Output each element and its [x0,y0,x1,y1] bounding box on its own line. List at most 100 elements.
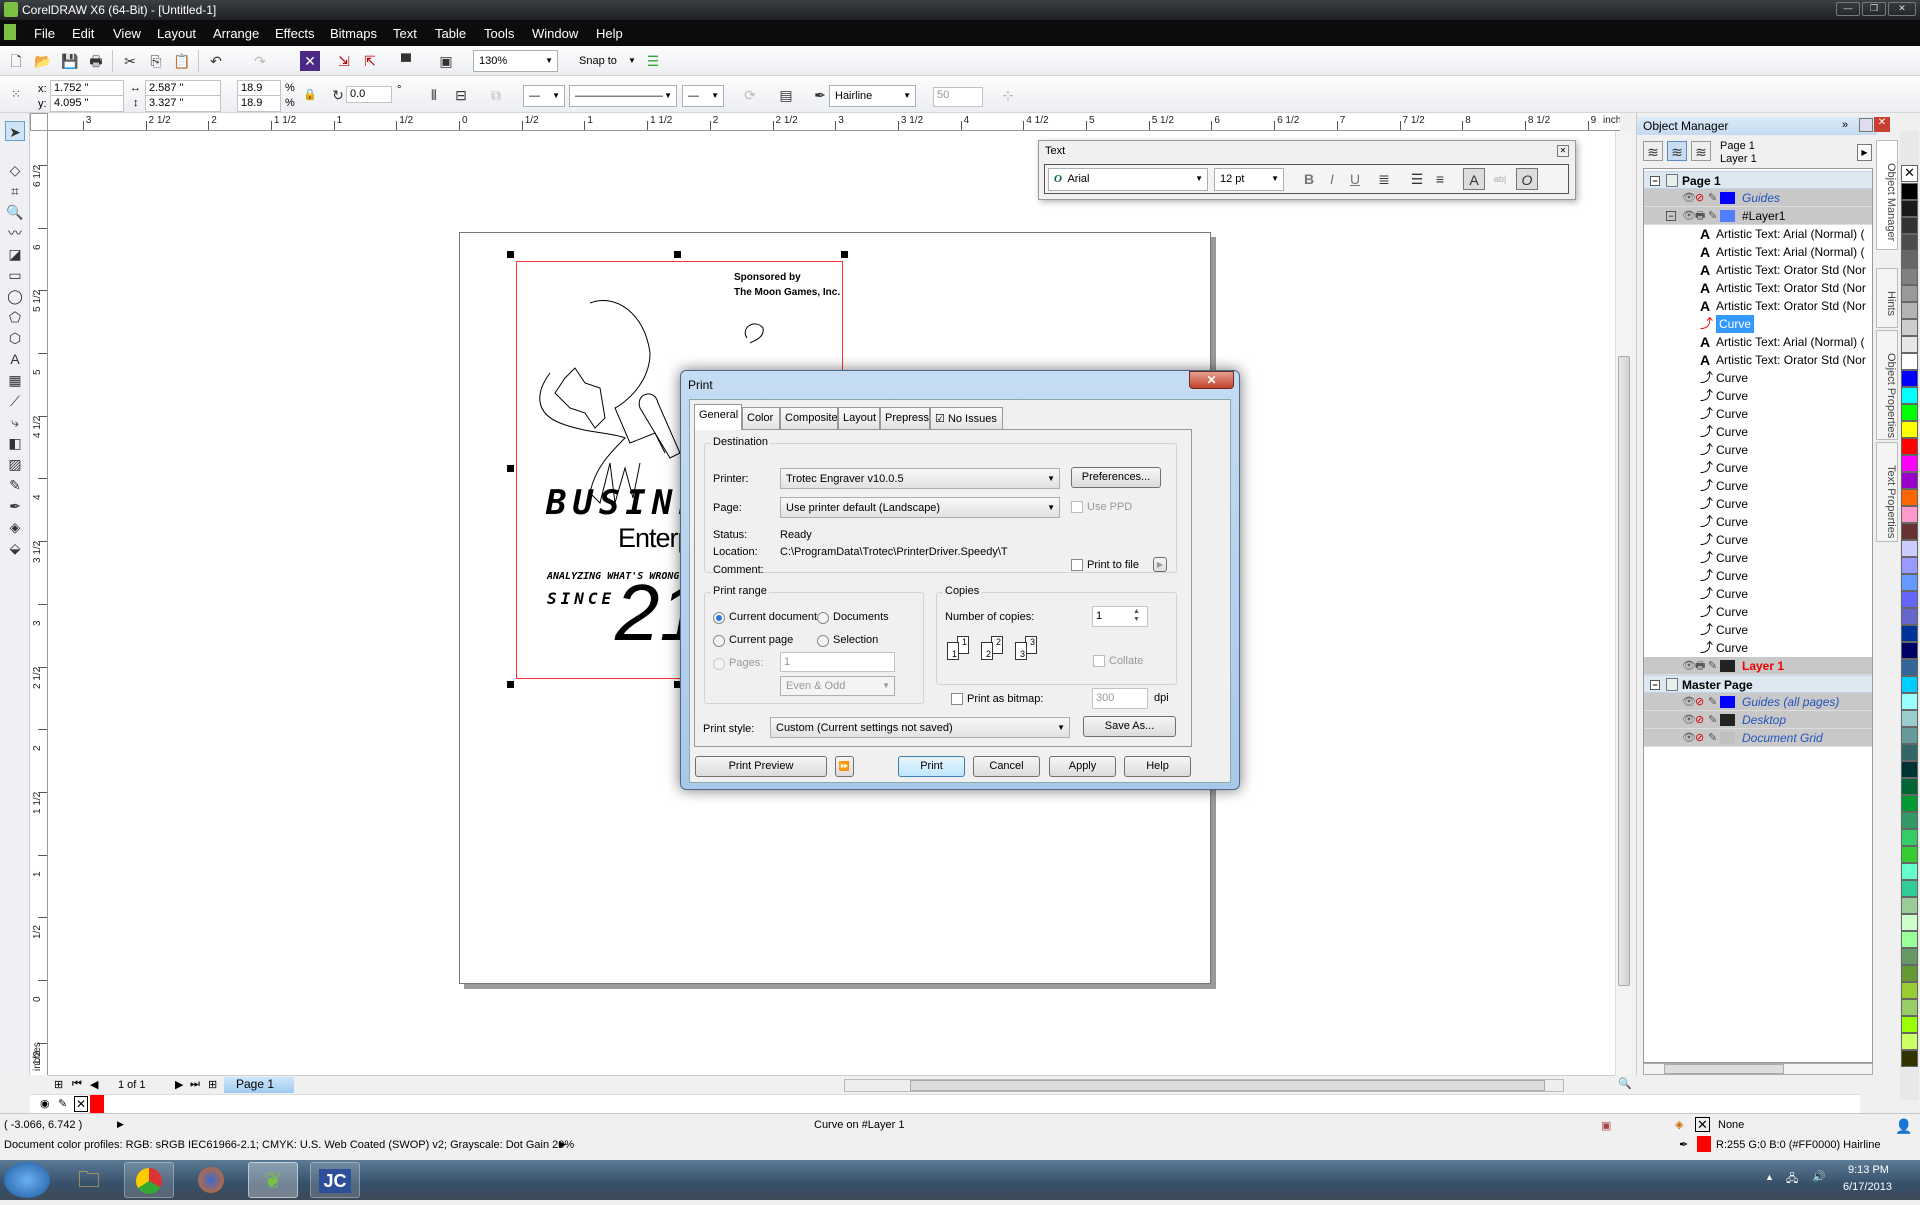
transparency-tool-icon[interactable]: ▨ [5,454,25,474]
lock-ratio-icon[interactable]: 🔒 [300,85,320,105]
palette-swatch[interactable] [1901,659,1918,676]
color-proof-icon[interactable]: ▣ [1601,1119,1611,1132]
expand-preview-button[interactable]: ⏩ [835,756,854,777]
options-icon[interactable]: ☰ [643,51,663,71]
palette-swatch[interactable] [1901,965,1918,982]
tab-general[interactable]: General [694,404,742,430]
palette-swatch[interactable] [1901,931,1918,948]
palette-swatch[interactable] [1901,557,1918,574]
printer-icon[interactable]: 🖶 [1695,207,1705,224]
publish-pdf-icon[interactable]: ▀ [396,51,416,71]
eyedropper-icon[interactable]: ✎ [58,1097,67,1110]
palette-swatch[interactable] [1901,438,1918,455]
menu-view[interactable]: View [113,26,141,41]
minimize-docker-button[interactable] [1859,118,1873,132]
previous-page-icon[interactable]: ◀ [90,1078,98,1091]
interactive-fill-icon[interactable]: ⬙ [5,538,25,558]
palette-swatch[interactable] [1901,1050,1918,1067]
tab-color[interactable]: Color [742,407,780,429]
palette-swatch[interactable] [1901,353,1918,370]
tree-object[interactable]: ⤴ Curve [1644,369,1872,387]
tree-layer[interactable]: 👁 🖶 ✎ Layer 1 [1644,657,1872,675]
tree-object[interactable]: A Artistic Text: Orator Std (Nor [1644,279,1872,297]
mirror-vertical-icon[interactable]: ⊟ [451,85,471,105]
restore-button[interactable]: ❐ [1862,2,1886,16]
italic-icon[interactable]: I [1321,168,1343,190]
tree-object[interactable]: A Artistic Text: Arial (Normal) ( [1644,225,1872,243]
scrollbar-thumb[interactable] [910,1080,1545,1091]
spinner-arrows-icon[interactable]: ▲ ▼ [1133,608,1140,624]
visibility-eye-icon[interactable]: 👁 [1682,657,1696,674]
underline-icon[interactable]: U [1344,168,1366,190]
palette-swatch[interactable] [1901,404,1918,421]
palette-menu-icon[interactable]: ◉ [40,1097,50,1110]
drop-cap-icon[interactable]: ≡ [1429,168,1451,190]
red-swatch[interactable] [90,1095,104,1113]
coreldraw-taskbar-icon[interactable]: ❦ [248,1162,298,1198]
bullet-list-icon[interactable]: ☰ [1406,168,1428,190]
palette-swatch[interactable] [1901,387,1918,404]
tree-object[interactable]: ⤴ Curve [1644,549,1872,567]
expand-docker-icon[interactable]: » [1842,119,1848,131]
mirror-horizontal-icon[interactable]: ⫴ [424,85,444,105]
cut-icon[interactable]: ✂ [120,51,140,71]
jc-app-taskbar-icon[interactable]: JC [310,1162,360,1198]
current-document-radio[interactable] [713,612,725,624]
palette-swatch[interactable] [1901,625,1918,642]
palette-swatch[interactable] [1901,540,1918,557]
outline-tool-icon[interactable]: ✒ [5,496,25,516]
wrap-text-icon[interactable]: ⟳ [740,85,760,105]
edit-pencil-icon[interactable]: ✎ [1708,189,1717,206]
explorer-taskbar-icon[interactable]: 🗀 [64,1162,114,1198]
printer-icon[interactable]: 🖶 [1695,657,1705,674]
visibility-eye-icon[interactable]: 👁 [1682,189,1696,206]
eyedropper-tool-icon[interactable]: ✎ [5,475,25,495]
object-origin-icon[interactable]: ⁙ [6,84,26,104]
new-document-icon[interactable]: 🗋 [6,51,26,71]
close-docker-button[interactable]: ✕ [1874,117,1890,132]
miter-field[interactable]: 50 [933,87,983,107]
tree-layer[interactable]: 👁 ⊘ ✎ Desktop [1644,711,1872,729]
menu-window[interactable]: Window [532,26,578,41]
artwork-since[interactable]: SINCE [547,589,615,608]
tab-no-issues[interactable]: ☑ No Issues [930,407,1003,429]
palette-swatch[interactable] [1901,591,1918,608]
outline-swatch[interactable] [1697,1136,1711,1152]
connector-tool-icon[interactable]: ⤷ [5,412,25,432]
even-odd-select[interactable]: Even & Odd ▼ [780,676,895,696]
menu-help[interactable]: Help [596,26,623,41]
palette-swatch[interactable] [1901,455,1918,472]
visibility-eye-icon[interactable]: 👁 [1682,711,1696,728]
zoom-combo[interactable]: 130% ▼ [473,50,558,72]
page-tab[interactable]: Page 1 [224,1077,294,1093]
collapse-icon[interactable]: − [1666,211,1676,221]
no-print-icon[interactable]: ⊘ [1695,729,1704,746]
chevron-down-icon[interactable]: ▼ [628,56,636,65]
palette-swatch[interactable] [1901,795,1918,812]
zoom-tool-icon[interactable]: 🔍 [5,202,25,222]
no-print-icon[interactable]: ⊘ [1695,189,1704,206]
tree-object[interactable]: ⤴ Curve [1644,315,1872,333]
docker-tab-text-properties[interactable]: Text Properties [1876,442,1898,542]
menu-table[interactable]: Table [435,26,466,41]
dimension-tool-icon[interactable]: ⟋ [5,391,25,411]
selection-handle[interactable] [674,251,681,258]
selection-radio[interactable] [817,635,829,647]
tree-layer[interactable]: 👁 ⊘ ✎ Guides (all pages) [1644,693,1872,711]
horizontal-ruler[interactable]: 3 2 1/2 2 1 1/2 1 1/2 0 1/2 1 1 1/2 2 2 1/2 3 3 1/2 4 4… [48,113,1620,131]
font-list-combo[interactable]: O Arial ▼ [1048,168,1208,191]
zoom-navigator-icon[interactable]: 🔍 [1618,1077,1632,1090]
print-button[interactable]: Print [898,756,965,777]
basic-shapes-icon[interactable]: ⬡ [5,328,25,348]
add-page-after-icon[interactable]: ⊞ [208,1078,217,1091]
expand-arrow-icon[interactable]: ▶ [559,1139,566,1150]
palette-swatch[interactable] [1901,489,1918,506]
snap-icon[interactable]: ⊹ [998,85,1018,105]
dialog-close-button[interactable]: ✕ [1189,371,1234,389]
search-content-icon[interactable]: ✕ [300,51,320,71]
palette-swatch[interactable] [1901,642,1918,659]
selection-handle[interactable] [507,681,514,688]
palette-swatch[interactable] [1901,421,1918,438]
opentype-features-icon[interactable]: O [1516,168,1538,190]
palette-swatch[interactable] [1901,523,1918,540]
